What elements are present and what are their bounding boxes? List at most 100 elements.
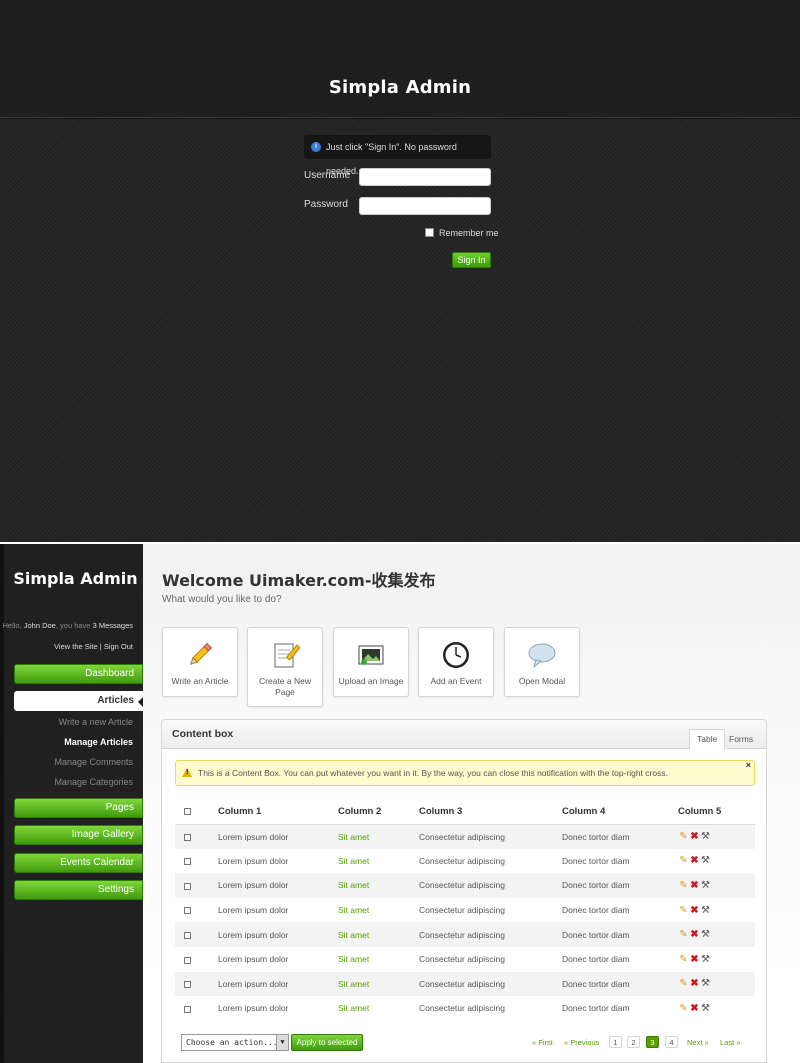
table-cell: Consectetur adipiscing <box>419 873 562 898</box>
shortcut-write-article[interactable]: Write an Article <box>162 627 238 697</box>
pagination-last[interactable]: Last » <box>720 1037 740 1048</box>
delete-icon[interactable]: ✖ <box>689 856 700 866</box>
table-cell-link[interactable]: Sit amet <box>338 996 419 1021</box>
table-cell: Donec tortor diam <box>562 824 678 849</box>
column-header[interactable]: Column 5 <box>678 800 755 825</box>
sign-in-button[interactable]: Sign In <box>452 252 491 268</box>
nav-settings[interactable]: Settings <box>14 880 143 900</box>
nav-events-calendar[interactable]: Events Calendar <box>14 853 143 873</box>
table-cell: Consectetur adipiscing <box>419 905 505 916</box>
edit-icon[interactable]: ✎ <box>678 979 689 989</box>
table-cell-link[interactable]: Sit amet <box>338 898 419 923</box>
shortcut-add-event[interactable]: Add an Event <box>418 627 494 697</box>
pagination-page-3[interactable]: 3 <box>646 1036 659 1048</box>
row-checkbox[interactable] <box>184 956 191 964</box>
edit-icon[interactable]: ✎ <box>678 1003 689 1014</box>
close-icon[interactable]: × <box>746 753 751 777</box>
settings-icon[interactable]: ⚒ <box>700 1003 711 1014</box>
pagination-page-2[interactable]: 2 <box>627 1036 640 1048</box>
bulk-action-value: Choose an action... <box>186 1038 278 1047</box>
edit-icon[interactable]: ✎ <box>678 856 689 866</box>
edit-icon[interactable]: ✎ <box>678 880 689 891</box>
view-site-link[interactable]: View the Site <box>54 642 98 651</box>
row-checkbox[interactable] <box>184 858 191 866</box>
profile-name-link[interactable]: John Doe <box>24 621 56 630</box>
shortcut-open-modal[interactable]: Open Modal <box>504 627 580 697</box>
profile-greeting: Hello, John Doe, you have 3 Messages <box>2 621 133 630</box>
password-input[interactable] <box>359 197 491 215</box>
table-cell-link[interactable]: Sit amet <box>338 947 419 972</box>
row-checkbox[interactable] <box>184 1005 191 1013</box>
settings-icon[interactable]: ⚒ <box>700 832 711 842</box>
settings-icon[interactable]: ⚒ <box>700 905 711 916</box>
nav-pages[interactable]: Pages <box>14 798 143 818</box>
row-checkbox[interactable] <box>184 981 191 989</box>
row-checkbox-cell <box>175 922 218 947</box>
table-cell: Donec tortor diam <box>562 971 678 997</box>
nav-articles[interactable]: Articles <box>14 691 143 711</box>
nav-dashboard[interactable]: Dashboard <box>14 664 143 684</box>
pagination-page-4[interactable]: 4 <box>665 1036 678 1048</box>
subnav-write-article[interactable]: Write a new Article <box>59 717 133 727</box>
settings-icon[interactable]: ⚒ <box>700 880 711 891</box>
column-header[interactable]: Column 1 <box>218 800 338 825</box>
row-checkbox[interactable] <box>184 907 191 915</box>
apply-to-selected-button[interactable]: Apply to selected <box>291 1034 363 1051</box>
delete-icon[interactable]: ✖ <box>689 930 700 940</box>
table-cell: Consectetur adipiscing <box>419 1003 505 1014</box>
shortcut-label: Open Modal <box>518 676 566 686</box>
column-header[interactable]: Column 4 <box>562 800 678 825</box>
subnav-manage-categories[interactable]: Manage Categories <box>54 777 133 787</box>
pagination-page-1[interactable]: 1 <box>609 1036 622 1048</box>
table-cell-link[interactable]: Sit amet <box>338 971 419 997</box>
settings-icon[interactable]: ⚒ <box>700 930 711 940</box>
edit-icon[interactable]: ✎ <box>678 930 689 940</box>
delete-icon[interactable]: ✖ <box>689 905 700 916</box>
select-all-checkbox[interactable] <box>184 808 191 816</box>
remember-me-checkbox[interactable] <box>425 228 434 237</box>
table-cell: Consectetur adipiscing <box>419 922 562 947</box>
column-header[interactable]: Column 3 <box>419 800 562 825</box>
subnav-manage-comments[interactable]: Manage Comments <box>54 757 133 767</box>
delete-icon[interactable]: ✖ <box>689 954 700 965</box>
table-cell-link[interactable]: Sit amet <box>338 824 419 849</box>
delete-icon[interactable]: ✖ <box>689 1003 700 1014</box>
messages-link[interactable]: 3 Messages <box>93 621 133 630</box>
delete-icon[interactable]: ✖ <box>689 832 700 842</box>
table-cell: Lorem ipsum dolor <box>218 954 289 965</box>
row-checkbox[interactable] <box>184 833 191 841</box>
settings-icon[interactable]: ⚒ <box>700 979 711 989</box>
shortcut-label: Write an Article <box>171 676 229 686</box>
pagination-next[interactable]: Next » <box>687 1037 709 1048</box>
settings-icon[interactable]: ⚒ <box>700 954 711 965</box>
row-checkbox-cell <box>175 971 218 997</box>
nav-image-gallery[interactable]: Image Gallery <box>14 825 143 845</box>
edit-icon[interactable]: ✎ <box>678 954 689 965</box>
table-cell-link[interactable]: Sit amet <box>338 849 419 874</box>
shortcut-create-page[interactable]: Create a New Page <box>247 627 323 707</box>
pagination-previous[interactable]: « Previous <box>564 1037 599 1048</box>
delete-icon[interactable]: ✖ <box>689 880 700 891</box>
sign-out-link[interactable]: Sign Out <box>104 642 133 651</box>
table-cell-link[interactable]: Sit amet <box>338 922 419 947</box>
subnav-manage-articles[interactable]: Manage Articles <box>64 737 133 747</box>
image-icon <box>356 640 386 670</box>
tab-table[interactable]: Table <box>689 729 726 749</box>
bulk-action-select[interactable]: Choose an action... ▼ <box>181 1034 289 1051</box>
edit-icon[interactable]: ✎ <box>678 905 689 916</box>
table-cell-link[interactable]: Sit amet <box>338 873 419 898</box>
username-input[interactable] <box>359 168 491 186</box>
pencil-icon <box>185 640 215 670</box>
tab-forms[interactable]: Forms <box>721 729 761 749</box>
pagination-first[interactable]: « First <box>532 1037 553 1048</box>
row-checkbox[interactable] <box>184 931 191 939</box>
delete-icon[interactable]: ✖ <box>689 979 700 989</box>
edit-icon[interactable]: ✎ <box>678 832 689 842</box>
settings-icon[interactable]: ⚒ <box>700 856 711 866</box>
column-header[interactable]: Column 2 <box>338 800 419 825</box>
row-actions-cell: ✎ ✖ ⚒ <box>678 922 755 947</box>
notepad-icon <box>270 640 301 670</box>
shortcut-upload-image[interactable]: Upload an Image <box>333 627 409 697</box>
login-screen: Simpla Admin i Just click "Sign In". No … <box>0 0 800 542</box>
row-checkbox[interactable] <box>184 882 191 890</box>
